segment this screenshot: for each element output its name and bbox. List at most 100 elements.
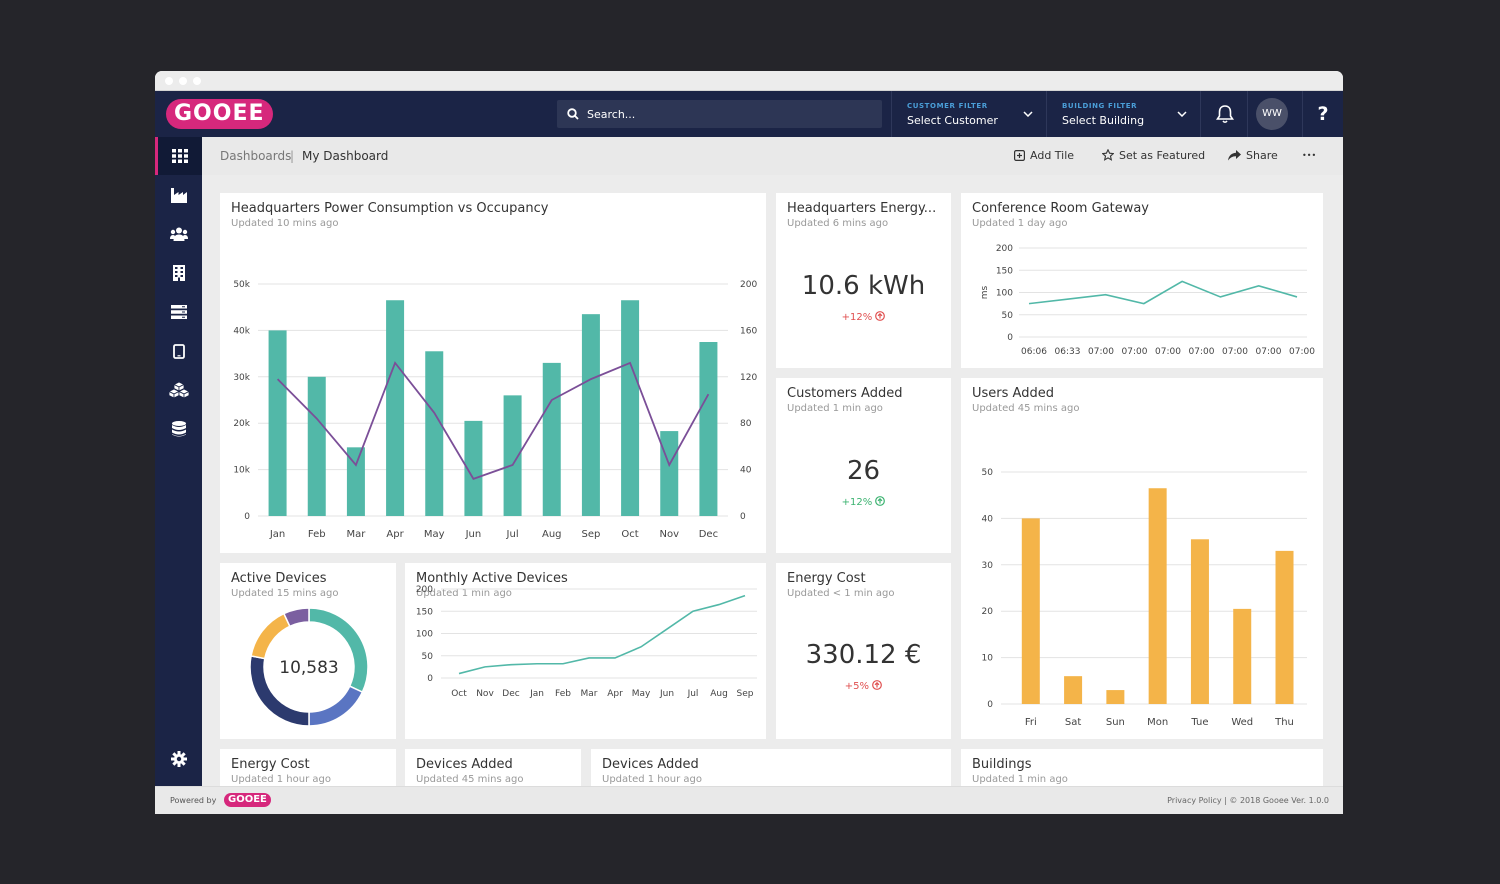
x-tick-label: Mon: [1147, 717, 1168, 728]
sidebar-item-data[interactable]: [155, 410, 202, 448]
sidebar-item-factories[interactable]: [155, 176, 202, 214]
bar: [386, 300, 405, 516]
star-icon: [1101, 148, 1115, 161]
tile-devices-added-2[interactable]: Devices Added Updated 1 hour ago: [591, 749, 951, 786]
sidebar: [155, 137, 202, 786]
y-tick-label-right: 160: [740, 326, 757, 336]
help-button[interactable]: ?: [1302, 91, 1343, 137]
kpi-change-text: +12%: [841, 497, 873, 508]
tile-updated: Updated 1 hour ago: [231, 774, 331, 785]
bar: [1233, 608, 1252, 704]
x-tick-label: May: [632, 689, 651, 699]
tile-title: Energy Cost: [231, 757, 310, 772]
sidebar-item-gateways[interactable]: [155, 293, 202, 331]
dashboard-grid-icon: [172, 149, 188, 163]
tile-title: Customers Added: [787, 386, 903, 401]
sidebar-item-dashboards[interactable]: [155, 137, 202, 175]
database-icon: [171, 421, 186, 437]
bell-icon: [1216, 105, 1234, 124]
search-input[interactable]: [587, 105, 867, 123]
y-tick-label: 30: [982, 561, 994, 571]
footer: Powered by GOOEE Privacy Policy | © 2018…: [155, 786, 1343, 814]
tile-updated: Updated 1 min ago: [787, 403, 883, 414]
sidebar-item-settings[interactable]: [155, 740, 202, 778]
tile-title: Energy Cost: [787, 571, 866, 586]
set-featured-button[interactable]: Set as Featured: [1101, 148, 1205, 162]
customer-filter[interactable]: CUSTOMER FILTER Select Customer: [891, 91, 1046, 137]
chevron-down-icon: [1023, 111, 1033, 117]
y-tick-label: 0: [987, 700, 993, 710]
breadcrumb-root[interactable]: Dashboards: [220, 149, 291, 163]
tile-buildings[interactable]: Buildings Updated 1 min ago: [961, 749, 1323, 786]
more-options-button[interactable]: •••: [1302, 151, 1316, 160]
notifications-button[interactable]: [1200, 91, 1247, 137]
y-tick-label: 40: [982, 514, 994, 524]
x-tick-label: Dec: [502, 689, 519, 699]
x-tick-label: Apr: [386, 529, 404, 540]
tile-monthly-active-devices[interactable]: Monthly Active Devices Updated 1 min ago…: [405, 563, 766, 739]
bar: [1275, 550, 1294, 704]
active-devices-donut: 10,583: [249, 607, 369, 727]
x-tick-label: 07:00: [1222, 347, 1248, 357]
y-tick-label-left: 30k: [233, 373, 250, 383]
building-filter[interactable]: BUILDING FILTER Select Building: [1046, 91, 1200, 137]
customer-filter-label: CUSTOMER FILTER: [907, 102, 988, 110]
kpi-value: 26: [846, 456, 881, 486]
bar: [1190, 539, 1209, 704]
y-tick-label-right: 80: [740, 419, 752, 429]
x-tick-label: Mar: [346, 529, 366, 540]
share-button[interactable]: Share: [1228, 149, 1278, 162]
tile-conference-gateway[interactable]: Conference Room Gateway Updated 1 day ag…: [961, 193, 1323, 368]
cubes-icon: [168, 382, 189, 398]
tile-energy-cost[interactable]: Energy Cost Updated < 1 min ago 330.12 €…: [776, 563, 951, 739]
x-tick-label: 06:33: [1055, 347, 1081, 357]
tile-hq-energy[interactable]: Headquarters Energy... Updated 6 mins ag…: [776, 193, 951, 368]
y-tick-label: 100: [416, 630, 433, 640]
x-tick-label: Tue: [1190, 717, 1208, 728]
y-tick-label-right: 120: [740, 373, 757, 383]
chevron-down-icon: [1177, 111, 1187, 117]
tile-devices-added-1[interactable]: Devices Added Updated 45 mins ago: [405, 749, 581, 786]
kpi-value: 330.12 €: [805, 640, 922, 670]
window-close-dot[interactable]: [165, 77, 173, 85]
x-tick-label: Jul: [687, 689, 699, 699]
tile-users-added[interactable]: Users Added Updated 45 mins ago 0 10 20 30 4…: [961, 378, 1323, 739]
x-tick-label: Fri: [1025, 717, 1037, 728]
share-label: Share: [1246, 149, 1278, 162]
x-tick-label: Jun: [659, 689, 674, 699]
window-maximize-dot[interactable]: [193, 77, 201, 85]
x-tick-label: Feb: [555, 689, 571, 699]
x-tick-label: Sep: [737, 689, 754, 699]
page-title: My Dashboard: [302, 149, 389, 163]
avatar[interactable]: WW: [1256, 98, 1288, 130]
add-tile-button[interactable]: Add Tile: [1014, 149, 1074, 162]
tile-active-devices[interactable]: Active Devices Updated 15 mins ago 10,58…: [220, 563, 396, 739]
kpi-change: +12%: [776, 311, 951, 323]
donut-slice: [308, 607, 369, 694]
window-minimize-dot[interactable]: [179, 77, 187, 85]
app-window: GOOEE CUSTOMER FILTER Select Customer BU…: [155, 71, 1343, 814]
arrow-up-circle-icon: [875, 496, 886, 506]
kpi-value: 10.6 kWh: [801, 271, 926, 301]
x-tick-label: Feb: [308, 529, 326, 540]
y-tick-label: 100: [996, 289, 1013, 299]
x-tick-label: 07:00: [1088, 347, 1114, 357]
search-box[interactable]: [557, 100, 882, 128]
y-tick-label: 50: [982, 468, 994, 478]
tile-updated: Updated 45 mins ago: [416, 774, 524, 785]
x-tick-label: 07:00: [1256, 347, 1282, 357]
tile-updated: Updated 6 mins ago: [787, 218, 889, 229]
y-tick-label-right: 200: [740, 280, 757, 290]
tile-customers-added[interactable]: Customers Added Updated 1 min ago 26 +12…: [776, 378, 951, 553]
users-added-chart: 0 10 20 30 40 50 Fri Sat Sun Mon Tue Wed Thu: [982, 468, 1307, 728]
bar: [307, 376, 326, 516]
sidebar-item-buildings[interactable]: [155, 254, 202, 292]
tile-energy-cost-2[interactable]: Energy Cost Updated 1 hour ago: [220, 749, 396, 786]
sidebar-item-products[interactable]: [155, 371, 202, 409]
search-icon: [567, 108, 579, 120]
gooee-logo[interactable]: GOOEE: [166, 99, 273, 129]
tile-title: Headquarters Energy...: [787, 201, 937, 216]
sidebar-item-devices[interactable]: [155, 332, 202, 370]
bar: [1021, 518, 1040, 704]
sidebar-item-users[interactable]: [155, 215, 202, 253]
